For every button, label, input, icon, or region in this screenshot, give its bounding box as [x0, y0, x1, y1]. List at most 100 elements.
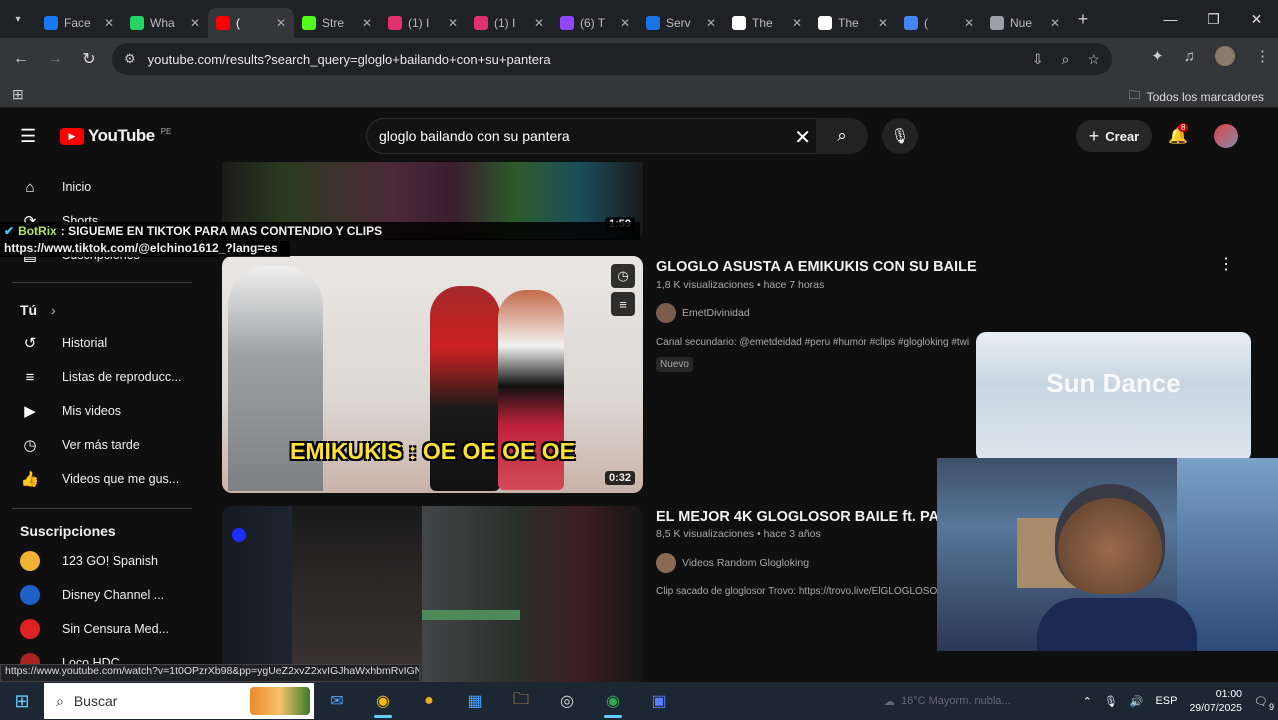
- search-input[interactable]: gloglo bailando con su pantera ✕: [366, 118, 822, 154]
- taskbar-chrome-icon[interactable]: ◉: [360, 682, 406, 720]
- clear-search-icon[interactable]: ✕: [794, 125, 811, 150]
- close-window-button[interactable]: ✕: [1235, 0, 1278, 38]
- apps-grid-icon[interactable]: ⊞: [12, 86, 24, 103]
- zoom-icon[interactable]: ⌕: [1062, 51, 1070, 68]
- video-title[interactable]: GLOGLO ASUSTA A EMIKUKIS CON SU BAILE: [656, 259, 977, 275]
- close-tab-icon[interactable]: ✕: [1050, 16, 1060, 30]
- back-button[interactable]: ←: [4, 42, 38, 76]
- sidebar-item-watch-later[interactable]: ◷ Ver más tarde: [0, 428, 200, 462]
- start-button[interactable]: ⊞: [0, 682, 44, 720]
- sidebar-item-history[interactable]: ↺ Historial: [0, 326, 200, 360]
- new-tab-button[interactable]: +: [1068, 9, 1098, 30]
- tab-favicon-icon: [560, 16, 574, 30]
- browser-tab[interactable]: (1) I ✕: [466, 8, 552, 38]
- media-control-icon[interactable]: ♫: [1184, 48, 1195, 65]
- bookmark-star-icon[interactable]: ☆: [1087, 51, 1100, 68]
- youtube-logo[interactable]: ▶ YouTube PE: [60, 126, 171, 146]
- account-avatar[interactable]: [1214, 124, 1238, 148]
- channel-link[interactable]: Videos Random Glogloking: [656, 553, 809, 573]
- tab-favicon-icon: [818, 16, 832, 30]
- tab-search-button[interactable]: ▾: [0, 0, 36, 38]
- notifications-button[interactable]: 🔔 8: [1168, 123, 1189, 146]
- channel-link[interactable]: EmetDivinidad: [656, 303, 750, 323]
- guide-menu-icon[interactable]: ☰: [20, 126, 36, 147]
- browser-tab[interactable]: (✕: [208, 8, 294, 38]
- notification-count: 9: [1268, 701, 1274, 712]
- minimize-button[interactable]: —: [1149, 0, 1192, 38]
- restore-button[interactable]: ❐: [1192, 0, 1235, 38]
- sidebar-item-playlists[interactable]: ≡ Listas de reproducc...: [0, 360, 200, 394]
- sidebar-item-home[interactable]: ⌂ Inicio: [0, 170, 200, 204]
- address-bar[interactable]: ⚙ youtube.com/results?search_query=glogl…: [112, 43, 1112, 75]
- install-app-icon[interactable]: ⇩: [1032, 51, 1044, 68]
- close-tab-icon[interactable]: ✕: [964, 16, 974, 30]
- add-to-queue-icon[interactable]: ≡: [611, 292, 635, 316]
- watch-later-icon[interactable]: ◷: [611, 264, 635, 288]
- close-tab-icon[interactable]: ✕: [534, 16, 544, 30]
- browser-tab[interactable]: The ✕: [724, 8, 810, 38]
- browser-tab[interactable]: Wha ✕: [122, 8, 208, 38]
- browser-tab[interactable]: The ✕: [810, 8, 896, 38]
- close-tab-icon[interactable]: ✕: [448, 16, 458, 30]
- video-meta: 8,5 K visualizaciones • hace 3 años: [656, 528, 821, 540]
- browser-tab[interactable]: Stre ✕: [294, 8, 380, 38]
- sidebar-divider: [12, 282, 192, 283]
- browser-tab[interactable]: (1) I ✕: [380, 8, 466, 38]
- more-actions-icon[interactable]: ⋮: [1218, 254, 1234, 274]
- extensions-icon[interactable]: ✦: [1151, 47, 1164, 65]
- forward-button[interactable]: →: [38, 42, 72, 76]
- browser-tab[interactable]: Face ✕: [36, 8, 122, 38]
- sidebar-you-header[interactable]: Tú ›: [20, 302, 56, 318]
- close-tab-icon[interactable]: ✕: [878, 16, 888, 30]
- speaker-icon[interactable]: 🔊: [1130, 695, 1144, 708]
- chevron-up-icon[interactable]: ⌃: [1083, 695, 1092, 708]
- home-icon: ⌂: [25, 178, 35, 196]
- subscription-item[interactable]: Sin Censura Med...: [0, 612, 200, 646]
- taskbar-app-icon[interactable]: ▣: [636, 682, 682, 720]
- tab-title: (1) I: [408, 16, 430, 30]
- reload-button[interactable]: ↻: [72, 42, 106, 76]
- voice-search-button[interactable]: 🎙: [882, 118, 918, 154]
- taskbar-explorer-icon[interactable]: 🗀: [498, 682, 544, 720]
- weather-widget[interactable]: ☁ 16°C Mayorm. nubla...: [884, 682, 1011, 720]
- close-tab-icon[interactable]: ✕: [104, 16, 114, 30]
- url-text: youtube.com/results?search_query=gloglo+…: [147, 51, 551, 67]
- browser-tab[interactable]: Nue ✕: [982, 8, 1068, 38]
- taskbar-chrome-icon[interactable]: ◉: [590, 682, 636, 720]
- close-tab-icon[interactable]: ✕: [190, 16, 200, 30]
- taskbar-search[interactable]: ⌕ Buscar: [44, 683, 314, 719]
- search-button[interactable]: ⌕: [816, 118, 868, 154]
- taskbar-outlook-icon[interactable]: ✉: [314, 682, 360, 720]
- taskbar-app-icon[interactable]: ●: [406, 682, 452, 720]
- tab-title: The: [752, 16, 773, 30]
- clock[interactable]: 01:00 29/07/2025: [1189, 687, 1242, 715]
- subscription-item[interactable]: 123 GO! Spanish: [0, 544, 200, 578]
- site-info-icon[interactable]: ⚙: [124, 51, 136, 67]
- sidebar-item-your-videos[interactable]: ▶ Mis videos: [0, 394, 200, 428]
- browser-tab[interactable]: Serv ✕: [638, 8, 724, 38]
- browser-tab[interactable]: (6) T ✕: [552, 8, 638, 38]
- close-tab-icon[interactable]: ✕: [620, 16, 630, 30]
- close-tab-icon[interactable]: ✕: [362, 16, 372, 30]
- mic-icon[interactable]: 🎙: [1104, 695, 1118, 708]
- browser-menu-icon[interactable]: ⋮: [1255, 47, 1270, 65]
- profile-avatar[interactable]: [1215, 46, 1235, 66]
- taskbar-store-icon[interactable]: ▦: [452, 682, 498, 720]
- subscription-item[interactable]: Disney Channel ...: [0, 578, 200, 612]
- video-thumbnail[interactable]: ◷ ≡ EMIKUKIS : OE OE OE OE 0:32: [222, 256, 643, 493]
- taskbar-obs-icon[interactable]: ◎: [544, 682, 590, 720]
- close-tab-icon[interactable]: ✕: [276, 16, 286, 30]
- folder-icon: 🗀: [1128, 88, 1141, 102]
- create-button[interactable]: + Crear: [1076, 120, 1152, 152]
- video-thumbnail[interactable]: [222, 506, 643, 682]
- language-indicator[interactable]: ESP: [1155, 695, 1177, 707]
- close-tab-icon[interactable]: ✕: [792, 16, 802, 30]
- browser-tab[interactable]: (✕: [896, 8, 982, 38]
- video-hover-preview[interactable]: Sun Dance: [976, 332, 1251, 462]
- close-tab-icon[interactable]: ✕: [706, 16, 716, 30]
- sidebar-item-liked-videos[interactable]: 👍 Videos que me gus...: [0, 462, 200, 496]
- notification-center-icon[interactable]: 🗨 9: [1254, 695, 1274, 712]
- all-bookmarks-button[interactable]: 🗀 Todos los marcadores: [1129, 86, 1264, 107]
- video-description: Canal secundario: @emetdeidad #peru #hum…: [656, 337, 970, 348]
- video-title[interactable]: EL MEJOR 4K GLOGLOSOR BAILE ft. PANT: [656, 509, 938, 525]
